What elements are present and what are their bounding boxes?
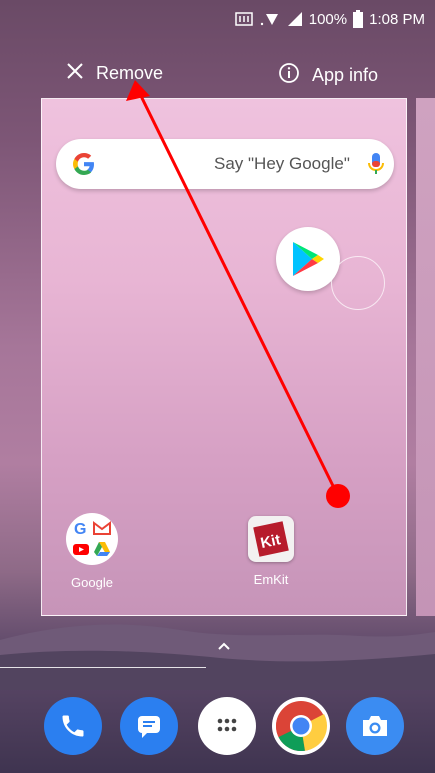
svg-text:G: G: [74, 521, 86, 537]
google-search-bar[interactable]: Say "Hey Google": [56, 139, 394, 189]
clock: 1:08 PM: [369, 10, 425, 28]
close-icon: [66, 62, 84, 85]
app-info-button[interactable]: App info: [278, 62, 378, 89]
ghost-circle: [331, 256, 385, 310]
app-emkit[interactable]: Kit EmKit: [231, 513, 311, 587]
status-bar: 100% 1:08 PM: [0, 0, 435, 38]
battery-icon: [353, 10, 364, 28]
scan-icon: [235, 12, 253, 26]
chevron-up-icon[interactable]: [217, 638, 231, 656]
battery-percent: 100%: [308, 10, 348, 28]
chrome-icon[interactable]: [272, 697, 330, 755]
app-info-label: App info: [312, 65, 379, 85]
remove-label: Remove: [96, 63, 164, 83]
signal-icon: [287, 11, 303, 27]
camera-icon[interactable]: [346, 697, 404, 755]
dock: [0, 697, 435, 757]
recents-actions: Remove App info: [0, 54, 435, 94]
google-g-icon: [70, 150, 98, 183]
app-label: Google: [71, 575, 113, 590]
remove-button[interactable]: Remove: [66, 62, 163, 85]
search-placeholder: Say "Hey Google": [214, 154, 350, 173]
mic-icon[interactable]: [368, 152, 384, 181]
app-drawer-icon[interactable]: [198, 697, 256, 755]
messages-icon[interactable]: [120, 697, 178, 755]
phone-icon[interactable]: [44, 697, 102, 755]
app-google-folder[interactable]: G Google: [52, 513, 132, 590]
recent-app-card[interactable]: Say "Hey Google" G Google Kit EmKit: [41, 98, 407, 616]
google-folder-icon: G: [66, 513, 118, 565]
drawer-handle-line: [0, 667, 206, 668]
wifi-icon: [259, 11, 281, 27]
next-app-card[interactable]: [416, 98, 435, 616]
app-label: EmKit: [253, 572, 289, 587]
info-icon: [278, 62, 300, 89]
emkit-icon: Kit: [248, 516, 294, 562]
